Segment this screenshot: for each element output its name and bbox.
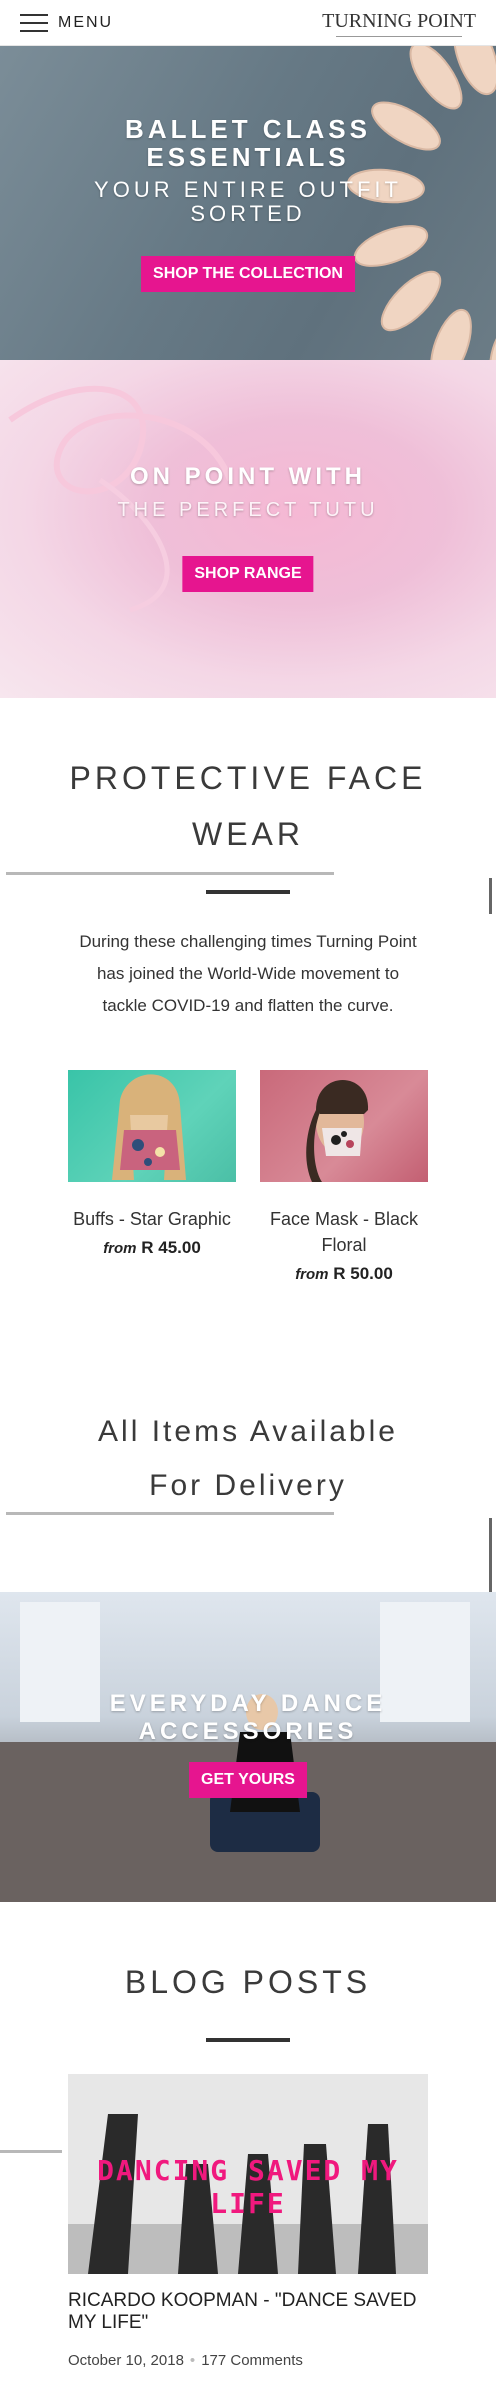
blog-post-title[interactable]: RICARDO KOOPMAN - "DANCE SAVED MY LIFE" (68, 2290, 448, 2334)
banner-ballet-essentials[interactable]: BALLET CLASS ESSENTIALS YOUR ENTIRE OUTF… (0, 46, 496, 360)
product-image[interactable] (68, 1070, 236, 1182)
banner1-title-line1: BALLET CLASS (125, 114, 371, 144)
face-wear-title-line2: WEAR (192, 816, 304, 852)
studio-scene (0, 1602, 496, 1902)
banner2-title: ON POINT WITH (130, 463, 366, 490)
banner3-title-line2: ACCESSORIES (138, 1718, 358, 1745)
decorative-rule (6, 1512, 334, 1515)
banner-tutu[interactable]: ON POINT WITH THE PERFECT TUTU SHOP RANG… (0, 360, 496, 698)
banner1-subtitle-line1: YOUR ENTIRE OUTFIT (94, 177, 402, 202)
product-card[interactable]: Buffs - Star Graphic from R 45.00 (68, 1070, 236, 1258)
banner3-title-line1: EVERYDAY DANCE (109, 1690, 387, 1717)
buff-graphic (112, 1074, 186, 1180)
section-divider (206, 2038, 290, 2042)
banner1-subtitle-line2: SORTED (190, 201, 306, 226)
menu-toggle[interactable]: MENU (20, 13, 114, 32)
shop-range-button[interactable]: SHOP RANGE (182, 556, 314, 592)
product-name[interactable]: Buffs - Star Graphic (68, 1206, 236, 1232)
banner-dance-accessories[interactable]: EVERYDAY DANCE ACCESSORIES GET YOURS (0, 1592, 496, 1902)
blog-section-title: BLOG POSTS (124, 1964, 372, 2000)
delivery-title-line2: For Delivery (149, 1469, 347, 1502)
section-divider (206, 890, 290, 894)
meta-separator: • (189, 2352, 196, 2369)
product-card[interactable]: Face Mask - Black Floral from R 50.00 (260, 1070, 428, 1284)
blog-image-caption: DANCING SAVED MY LIFE (97, 2154, 399, 2220)
hamburger-icon (20, 13, 48, 32)
mask-graphic (306, 1080, 369, 1182)
get-yours-button[interactable]: GET YOURS (189, 1762, 307, 1798)
face-wear-title-line1: PROTECTIVE FACE (69, 760, 427, 796)
banner2-subtitle: THE PERFECT TUTU (117, 499, 379, 521)
product-name[interactable]: Face Mask - Black Floral (260, 1206, 428, 1258)
blog-post-image[interactable]: DANCING SAVED MY LIFE (68, 2074, 428, 2274)
menu-label: MENU (58, 13, 114, 31)
blog-post-comments[interactable]: 177 Comments (201, 2352, 303, 2369)
banner1-title-line2: ESSENTIALS (146, 142, 350, 172)
ribbon-decoration (8, 385, 233, 613)
decorative-rule (0, 2150, 62, 2153)
site-logo[interactable]: TURNING POINT (322, 10, 476, 37)
scroll-mark (489, 878, 492, 914)
product-price: from R 45.00 (103, 1238, 201, 1257)
delivery-title-line1: All Items Available (98, 1415, 398, 1448)
site-header: MENU TURNING POINT (0, 0, 496, 46)
decorative-rule (6, 872, 334, 875)
product-image[interactable] (260, 1070, 428, 1182)
blog-post-date: October 10, 2018 (68, 2352, 184, 2369)
product-price: from R 50.00 (295, 1264, 393, 1283)
shop-collection-button[interactable]: SHOP THE COLLECTION (141, 256, 355, 292)
face-wear-description: During these challenging times Turning P… (79, 932, 417, 1015)
blog-post-meta: October 10, 2018 • 177 Comments (68, 2352, 303, 2369)
